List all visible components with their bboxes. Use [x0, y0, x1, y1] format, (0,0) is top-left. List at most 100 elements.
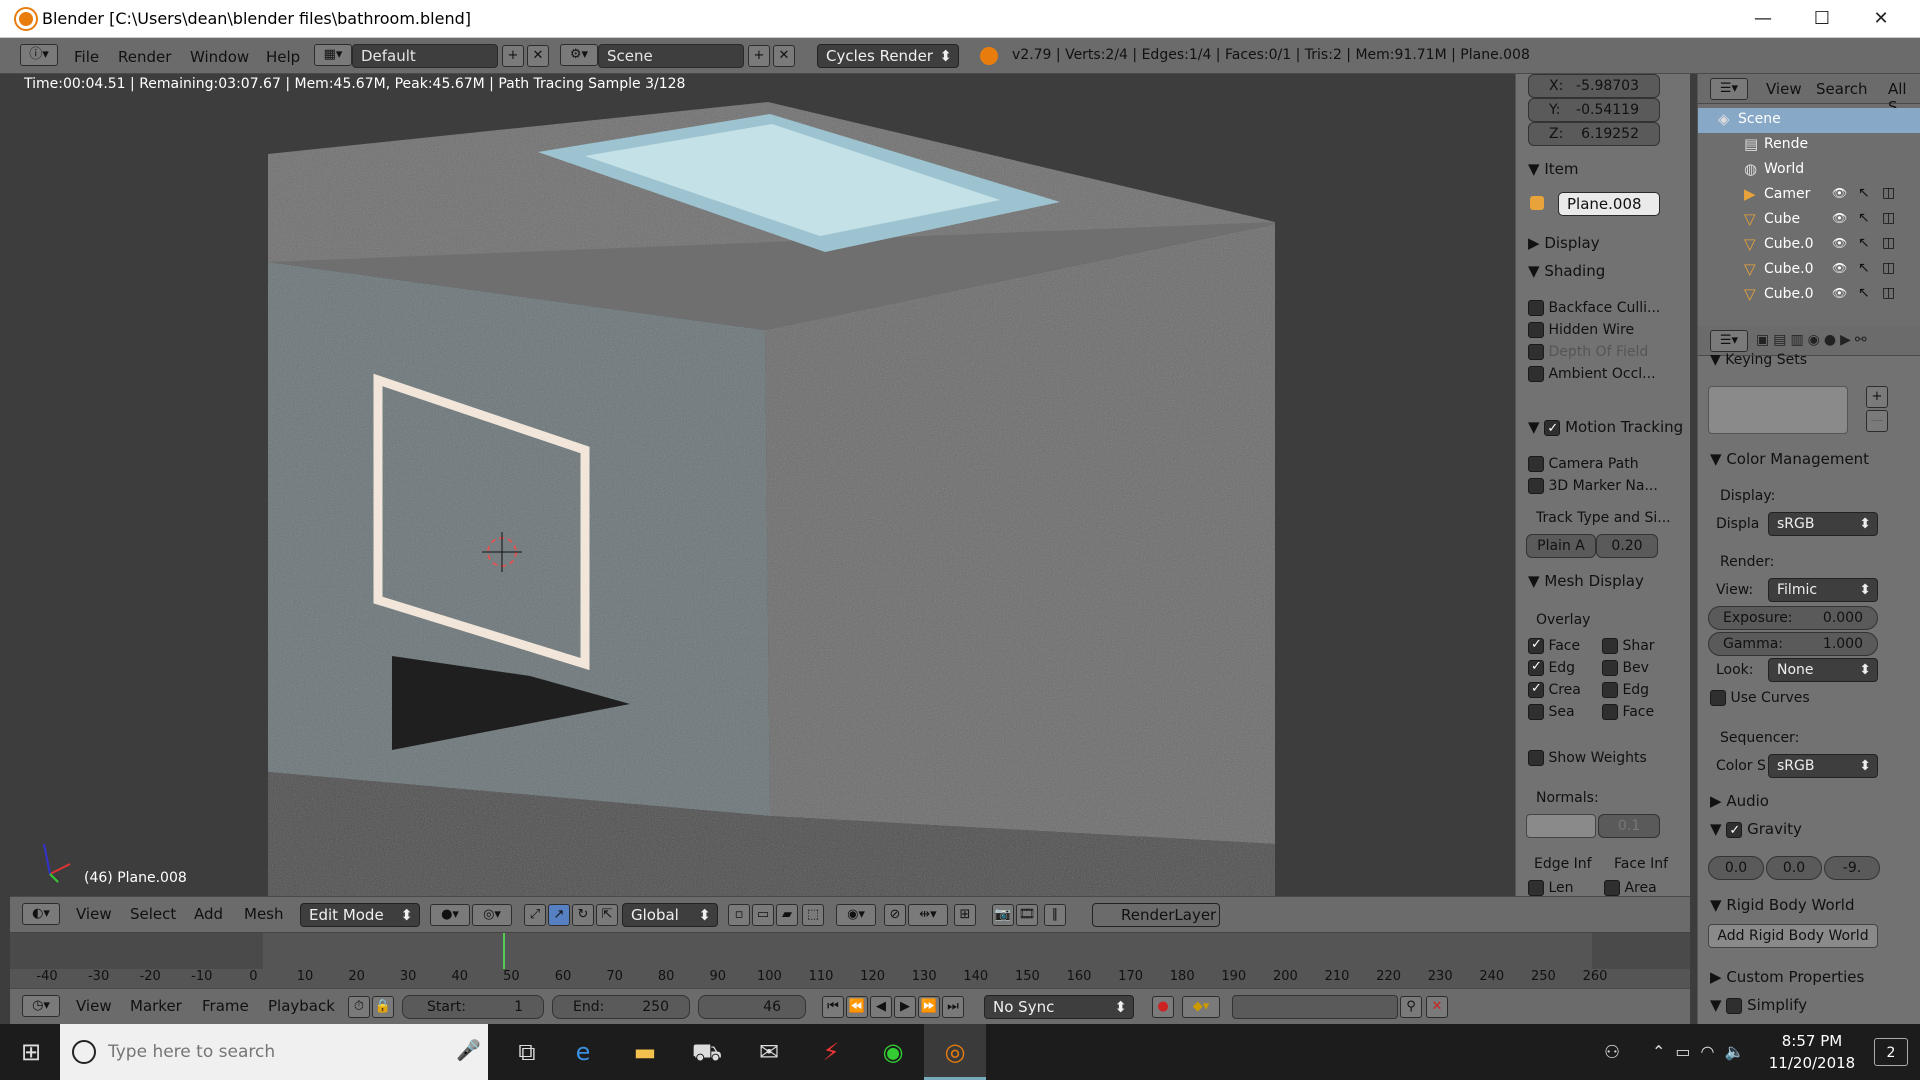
- overlay-option[interactable]: Shar: [1602, 638, 1655, 654]
- file-explorer-icon[interactable]: ▬: [614, 1024, 676, 1080]
- view3d-menu-view[interactable]: View: [76, 905, 112, 923]
- properties-context-tabs[interactable]: ▣▤▥◉●▶⚯: [1756, 332, 1871, 348]
- mesh-display-section-header[interactable]: ▼ Mesh Display: [1528, 572, 1644, 590]
- play-reverse-icon[interactable]: ◀: [870, 996, 892, 1018]
- edge-browser-icon[interactable]: e: [552, 1024, 614, 1080]
- area-option[interactable]: Area: [1604, 880, 1657, 896]
- visibility-eye-icon[interactable]: 👁: [1832, 286, 1847, 300]
- jump-end-icon[interactable]: ⏭: [942, 996, 964, 1018]
- jump-start-icon[interactable]: ⏮: [822, 996, 844, 1018]
- render-camera-icon[interactable]: ◫: [1882, 185, 1895, 201]
- gravity-header[interactable]: ▼ Gravity: [1710, 820, 1802, 838]
- mail-icon[interactable]: ✉: [738, 1024, 800, 1080]
- system-tray-icons[interactable]: ⌃▭◠🔈: [1652, 1042, 1754, 1061]
- outliner-item[interactable]: ▽ Cube.0 👁 ↖ ◫: [1698, 258, 1920, 283]
- outliner-menu-view[interactable]: View: [1766, 80, 1802, 98]
- exposure-field[interactable]: Exposure: 0.000: [1708, 606, 1878, 630]
- checkbox-icon[interactable]: [1528, 682, 1544, 698]
- shading-option[interactable]: Backface Culli...: [1528, 300, 1660, 316]
- remove-scene-button[interactable]: ✕: [773, 45, 795, 67]
- preview-range-icon[interactable]: ⏱: [348, 996, 370, 1018]
- render-camera-icon[interactable]: ◫: [1882, 260, 1895, 276]
- overlay-option[interactable]: Edg: [1528, 660, 1575, 676]
- add-keying-set-button[interactable]: +: [1866, 386, 1888, 408]
- gravity-x-field[interactable]: 0.0: [1708, 856, 1764, 880]
- snap-element-icon[interactable]: ⇹▾: [908, 904, 948, 926]
- blender-taskbar-icon[interactable]: ◎: [924, 1024, 986, 1080]
- checkbox-icon[interactable]: [1528, 478, 1544, 494]
- play-icon[interactable]: ▶: [894, 996, 916, 1018]
- render-camera-icon[interactable]: ◫: [1882, 285, 1895, 301]
- motion-option[interactable]: Camera Path: [1528, 456, 1639, 472]
- transform-orientation-selector[interactable]: Global ⬍: [622, 903, 718, 927]
- visibility-eye-icon[interactable]: 👁: [1832, 186, 1847, 200]
- shading-option[interactable]: Hidden Wire: [1528, 322, 1634, 338]
- select-arrow-icon[interactable]: ↖: [1858, 185, 1870, 201]
- view3d-menu-add[interactable]: Add: [194, 905, 223, 923]
- jump-keyframe-back-icon[interactable]: ⏪: [846, 996, 868, 1018]
- opengl-render-icon[interactable]: 📷: [992, 904, 1014, 926]
- opengl-anim-icon[interactable]: 🎞: [1016, 904, 1038, 926]
- outliner-item[interactable]: ▽ Cube.0 👁 ↖ ◫: [1698, 283, 1920, 308]
- delete-keyframe-icon[interactable]: ✕: [1426, 996, 1448, 1018]
- limit-selection-icon[interactable]: ⬚: [802, 904, 824, 926]
- insert-keyframe-icon[interactable]: ⚲: [1400, 996, 1422, 1018]
- outliner-item[interactable]: ◈ Scene: [1698, 108, 1920, 133]
- maximize-button[interactable]: ☐: [1793, 0, 1851, 38]
- outliner-item[interactable]: ◍ World: [1698, 158, 1920, 183]
- clock-time[interactable]: 8:57 PM: [1762, 1032, 1862, 1050]
- keying-icon[interactable]: ◆▾: [1182, 996, 1220, 1018]
- flash-app-icon[interactable]: ⚡: [800, 1024, 862, 1080]
- menu-file[interactable]: File: [74, 48, 99, 66]
- shading-option[interactable]: Ambient Occl...: [1528, 366, 1656, 382]
- checkbox-icon[interactable]: [1528, 660, 1544, 676]
- show-weights-option[interactable]: Show Weights: [1528, 750, 1647, 766]
- add-layout-button[interactable]: +: [502, 45, 524, 67]
- render-layer-field[interactable]: RenderLayer: [1092, 903, 1220, 927]
- layers-icon[interactable]: ∥: [1044, 904, 1066, 926]
- object-name-field[interactable]: Plane.008: [1558, 192, 1660, 216]
- add-rigid-body-world-button[interactable]: Add Rigid Body World: [1708, 924, 1878, 948]
- snap-icon[interactable]: ⊘: [884, 904, 906, 926]
- timeline-menu-frame[interactable]: Frame: [202, 997, 249, 1015]
- track-size-field[interactable]: 0.20: [1596, 534, 1658, 558]
- checkbox-icon[interactable]: [1602, 704, 1618, 720]
- render-camera-icon[interactable]: ◫: [1882, 235, 1895, 251]
- track-type-selector[interactable]: Plain A: [1526, 534, 1596, 558]
- checkbox-icon[interactable]: [1528, 344, 1544, 360]
- edge-select-icon[interactable]: ▭: [752, 904, 774, 926]
- motion-option[interactable]: 3D Marker Na...: [1528, 478, 1658, 494]
- color-management-header[interactable]: ▼ Color Management: [1710, 450, 1869, 468]
- end-frame-field[interactable]: End: 250: [552, 995, 690, 1019]
- scale-icon[interactable]: ⇱: [596, 904, 618, 926]
- checkbox-icon[interactable]: [1528, 322, 1544, 338]
- select-arrow-icon[interactable]: ↖: [1858, 285, 1870, 301]
- normals-toggle-group[interactable]: [1526, 814, 1596, 838]
- view-transform-dropdown[interactable]: Filmic ⬍: [1768, 578, 1878, 602]
- display-section-header[interactable]: ▶ Display: [1528, 234, 1600, 252]
- rotate-icon[interactable]: ↻: [572, 904, 594, 926]
- gravity-z-field[interactable]: -9.: [1824, 856, 1880, 880]
- view3d-menu-mesh[interactable]: Mesh: [244, 905, 284, 923]
- render-camera-icon[interactable]: ◫: [1882, 210, 1895, 226]
- visibility-eye-icon[interactable]: 👁: [1832, 236, 1847, 250]
- audio-header[interactable]: ▶ Audio: [1710, 792, 1769, 810]
- start-button-icon[interactable]: ⊞: [0, 1024, 62, 1080]
- outliner-item[interactable]: ▤ Rende: [1698, 133, 1920, 158]
- normals-size-field[interactable]: 0.1: [1598, 814, 1660, 838]
- select-arrow-icon[interactable]: ↖: [1858, 260, 1870, 276]
- cursor-x-field[interactable]: X: -5.98703: [1528, 74, 1660, 98]
- 3d-viewport[interactable]: Time:00:04.51 | Remaining:03:07.67 | Mem…: [10, 74, 1515, 896]
- look-dropdown[interactable]: None ⬍: [1768, 658, 1878, 682]
- cursor-z-field[interactable]: Z: 6.19252: [1528, 122, 1660, 146]
- record-icon[interactable]: ●: [1152, 996, 1174, 1018]
- snap-target-icon[interactable]: ⊞: [954, 904, 976, 926]
- layout-selector[interactable]: Default: [352, 44, 498, 68]
- shading-option[interactable]: Depth Of Field: [1528, 344, 1648, 360]
- mode-selector[interactable]: Edit Mode ⬍: [300, 903, 420, 927]
- checkbox-icon[interactable]: [1528, 456, 1544, 472]
- sequencer-colorspace-dropdown[interactable]: sRGB ⬍: [1768, 754, 1878, 778]
- timeline-editor-type-icon[interactable]: ◷▾: [22, 995, 60, 1017]
- add-scene-button[interactable]: +: [748, 45, 770, 67]
- overlay-option[interactable]: Face: [1602, 704, 1654, 720]
